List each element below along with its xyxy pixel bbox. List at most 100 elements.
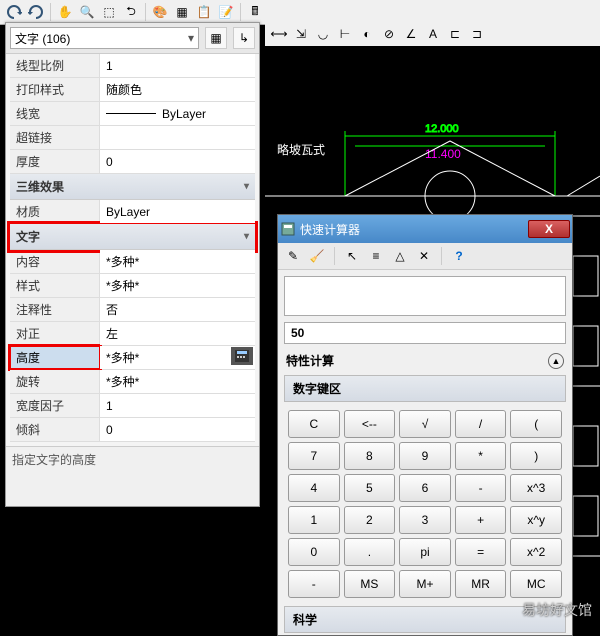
property-value[interactable]: 左 — [100, 322, 255, 345]
property-value[interactable]: 1 — [100, 54, 255, 77]
radius-dim-icon[interactable]: ◐ — [357, 24, 377, 44]
property-value[interactable]: *多种* — [100, 250, 255, 273]
calc-key[interactable]: 0 — [288, 538, 340, 566]
calc-key[interactable]: - — [455, 474, 507, 502]
arc-dim-icon[interactable]: ◡ — [313, 24, 333, 44]
calc-key[interactable]: MR — [455, 570, 507, 598]
redo-icon[interactable] — [26, 2, 46, 22]
calc-key[interactable]: x^2 — [510, 538, 562, 566]
calc-key[interactable]: 4 — [288, 474, 340, 502]
calc-key[interactable]: M+ — [399, 570, 451, 598]
palette-icon[interactable]: 🎨 — [150, 2, 170, 22]
property-value[interactable]: ByLayer — [100, 102, 255, 125]
grid-icon[interactable]: ▦ — [172, 2, 192, 22]
diameter-dim-icon[interactable]: ⊘ — [379, 24, 399, 44]
property-value[interactable]: 随颜色 — [100, 78, 255, 101]
calc-key[interactable]: √ — [399, 410, 451, 438]
collapse-icon[interactable]: ▲ — [548, 353, 564, 369]
property-label: 倾斜 — [10, 418, 100, 441]
calc-key[interactable]: 5 — [344, 474, 396, 502]
quickcalc-titlebar[interactable]: 快速计算器 X — [278, 215, 572, 243]
ordinate-dim-icon[interactable]: ⊢ — [335, 24, 355, 44]
property-value[interactable]: 否 — [100, 298, 255, 321]
quickselect-icon[interactable]: ▦ — [205, 27, 227, 49]
property-row[interactable]: 内容*多种* — [10, 250, 255, 274]
calc-key[interactable]: - — [288, 570, 340, 598]
property-row[interactable]: 倾斜0 — [10, 418, 255, 442]
markup-icon[interactable]: 📝 — [216, 2, 236, 22]
calc-key[interactable]: pi — [399, 538, 451, 566]
calc-key[interactable]: . — [344, 538, 396, 566]
properties-palette: 文字 (106) ▦ ↳ 线型比例1打印样式随颜色线宽ByLayer超链接厚度0… — [5, 22, 260, 507]
pan-icon[interactable]: ✋ — [55, 2, 75, 22]
property-row[interactable]: 高度*多种* — [10, 346, 255, 370]
property-value[interactable]: 0 — [100, 418, 255, 441]
clear-icon[interactable]: 🧹 — [308, 247, 326, 265]
calc-key[interactable]: 7 — [288, 442, 340, 470]
getpoint-icon[interactable]: ↖ — [343, 247, 361, 265]
property-row[interactable]: 旋转*多种* — [10, 370, 255, 394]
calc-result-input[interactable]: 50 — [284, 322, 566, 344]
object-type-dropdown[interactable]: 文字 (106) — [10, 27, 199, 49]
calc-key[interactable]: 1 — [288, 506, 340, 534]
calculator-icon[interactable]: 🖩 — [245, 2, 265, 22]
calc-key[interactable]: ) — [510, 442, 562, 470]
calculator-icon[interactable] — [231, 347, 253, 365]
calc-key[interactable]: / — [455, 410, 507, 438]
property-value[interactable]: ByLayer — [100, 200, 255, 223]
intersect-icon[interactable]: ✕ — [415, 247, 433, 265]
continue-dim-icon[interactable]: ⊐ — [467, 24, 487, 44]
property-value[interactable]: *多种* — [100, 370, 255, 393]
calc-key[interactable]: x^3 — [510, 474, 562, 502]
calc-key[interactable]: 8 — [344, 442, 396, 470]
pickadd-icon[interactable]: ↳ — [233, 27, 255, 49]
calc-key[interactable]: <-- — [344, 410, 396, 438]
calc-key[interactable]: 3 — [399, 506, 451, 534]
property-row[interactable]: 线型比例1 — [10, 54, 255, 78]
calc-key[interactable]: 6 — [399, 474, 451, 502]
watermark: 易坊好文馆 — [522, 600, 592, 620]
property-row[interactable]: 样式*多种* — [10, 274, 255, 298]
zoom-window-icon[interactable]: ⬚ — [99, 2, 119, 22]
angle-icon[interactable]: △ — [391, 247, 409, 265]
calc-key[interactable]: C — [288, 410, 340, 438]
calc-key[interactable]: * — [455, 442, 507, 470]
calc-key[interactable]: MS — [344, 570, 396, 598]
calc-key[interactable]: 2 — [344, 506, 396, 534]
calc-key[interactable]: + — [455, 506, 507, 534]
property-row[interactable]: 对正左 — [10, 322, 255, 346]
property-value[interactable]: 1 — [100, 394, 255, 417]
pencil-icon[interactable]: ✎ — [284, 247, 302, 265]
property-value[interactable]: *多种* — [100, 346, 255, 369]
sheet-icon[interactable]: 📋 — [194, 2, 214, 22]
calc-key[interactable]: = — [455, 538, 507, 566]
undo-icon[interactable] — [4, 2, 24, 22]
property-value[interactable]: 0 — [100, 150, 255, 173]
zoom-in-icon[interactable]: 🔍 — [77, 2, 97, 22]
property-value[interactable] — [100, 126, 255, 149]
calc-key[interactable]: ( — [510, 410, 562, 438]
linear-dim-icon[interactable]: ⟷ — [269, 24, 289, 44]
property-row[interactable]: 宽度因子1 — [10, 394, 255, 418]
property-row[interactable]: 注释性否 — [10, 298, 255, 322]
property-row[interactable]: 线宽ByLayer — [10, 102, 255, 126]
close-button[interactable]: X — [528, 220, 570, 238]
numpad-section[interactable]: 数字键区 — [284, 375, 566, 402]
zoom-prev-icon[interactable]: ⮌ — [121, 2, 141, 22]
help-icon[interactable]: ? — [450, 247, 468, 265]
calc-key[interactable]: x^y — [510, 506, 562, 534]
property-row[interactable]: 打印样式随颜色 — [10, 78, 255, 102]
aligned-dim-icon[interactable]: ⇲ — [291, 24, 311, 44]
calc-key[interactable]: MC — [510, 570, 562, 598]
property-value[interactable]: *多种* — [100, 274, 255, 297]
property-row[interactable]: 材质ByLayer — [10, 200, 255, 224]
quick-dim-icon[interactable]: A — [423, 24, 443, 44]
calc-key[interactable]: 9 — [399, 442, 451, 470]
property-row[interactable]: 超链接 — [10, 126, 255, 150]
property-row[interactable]: 厚度0 — [10, 150, 255, 174]
angle-dim-icon[interactable]: ∠ — [401, 24, 421, 44]
distance-icon[interactable]: ≡ — [367, 247, 385, 265]
section-3d[interactable]: 三维效果 — [10, 174, 255, 200]
baseline-dim-icon[interactable]: ⊏ — [445, 24, 465, 44]
section-text[interactable]: 文字 — [10, 224, 255, 250]
